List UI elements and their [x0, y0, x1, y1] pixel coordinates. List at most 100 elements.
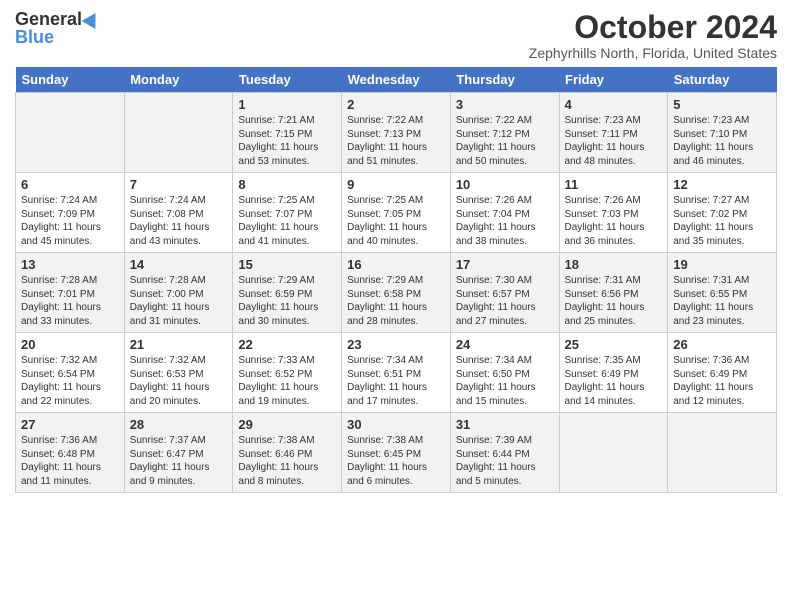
cell-content: Sunrise: 7:24 AMSunset: 7:08 PMDaylight:…	[130, 194, 228, 248]
calendar-cell: 30Sunrise: 7:38 AMSunset: 6:45 PMDayligh…	[342, 413, 451, 493]
calendar-cell: 1Sunrise: 7:21 AMSunset: 7:15 PMDaylight…	[233, 93, 342, 173]
calendar-cell: 24 Sunrise: 7:34 AMSunset: 6:50 PMDayligh…	[450, 333, 559, 413]
col-tuesday: Tuesday	[233, 67, 342, 93]
month-title: October 2024	[529, 10, 777, 45]
calendar-week-row: 20 Sunrise: 7:32 AMSunset: 6:54 PMDayligh…	[16, 333, 777, 413]
cell-content: Sunrise: 7:26 AMSunset: 7:03 PMDaylight:…	[565, 194, 663, 248]
day-number: 2	[347, 97, 445, 112]
day-number: 11	[565, 177, 663, 192]
cell-content: Sunrise: 7:21 AMSunset: 7:15 PMDaylight:…	[238, 114, 336, 168]
cell-content: Sunrise: 7:28 AMSunset: 7:00 PMDaylight:…	[130, 274, 228, 328]
cell-content: Sunrise: 7:28 AMSunset: 7:01 PMDaylight:…	[21, 274, 119, 328]
calendar-cell: 23 Sunrise: 7:34 AMSunset: 6:51 PMDayligh…	[342, 333, 451, 413]
calendar-cell: 20 Sunrise: 7:32 AMSunset: 6:54 PMDayligh…	[16, 333, 125, 413]
calendar-cell: 9Sunrise: 7:25 AMSunset: 7:05 PMDaylight…	[342, 173, 451, 253]
cell-content: Sunrise: 7:25 AMSunset: 7:07 PMDaylight:…	[238, 194, 336, 248]
calendar-cell: 31Sunrise: 7:39 AMSunset: 6:44 PMDayligh…	[450, 413, 559, 493]
calendar-cell	[124, 93, 233, 173]
calendar-cell: 29 Sunrise: 7:38 AMSunset: 6:46 PMDayligh…	[233, 413, 342, 493]
cell-content: Sunrise: 7:23 AMSunset: 7:10 PMDaylight:…	[673, 114, 771, 168]
calendar-week-row: 13 Sunrise: 7:28 AMSunset: 7:01 PMDayligh…	[16, 253, 777, 333]
cell-content: Sunrise: 7:38 AMSunset: 6:46 PMDaylight:…	[238, 434, 336, 488]
cell-content: Sunrise: 7:22 AMSunset: 7:12 PMDaylight:…	[456, 114, 554, 168]
day-number: 27	[21, 417, 119, 432]
col-thursday: Thursday	[450, 67, 559, 93]
cell-content: Sunrise: 7:33 AMSunset: 6:52 PMDaylight:…	[238, 354, 336, 408]
cell-content: Sunrise: 7:34 AMSunset: 6:51 PMDaylight:…	[347, 354, 445, 408]
day-number: 20	[21, 337, 119, 352]
day-number: 28	[130, 417, 228, 432]
title-area: October 2024 Zephyrhills North, Florida,…	[529, 10, 777, 61]
cell-content: Sunrise: 7:23 AMSunset: 7:11 PMDaylight:…	[565, 114, 663, 168]
day-number: 4	[565, 97, 663, 112]
day-number: 25	[565, 337, 663, 352]
calendar-cell	[668, 413, 777, 493]
day-number: 22	[238, 337, 336, 352]
calendar-cell: 12Sunrise: 7:27 AMSunset: 7:02 PMDayligh…	[668, 173, 777, 253]
cell-content: Sunrise: 7:34 AMSunset: 6:50 PMDaylight:…	[456, 354, 554, 408]
day-number: 10	[456, 177, 554, 192]
day-number: 29	[238, 417, 336, 432]
day-number: 26	[673, 337, 771, 352]
day-number: 17	[456, 257, 554, 272]
logo-general-text: General	[15, 10, 82, 28]
day-number: 21	[130, 337, 228, 352]
calendar-cell: 21 Sunrise: 7:32 AMSunset: 6:53 PMDayligh…	[124, 333, 233, 413]
day-number: 6	[21, 177, 119, 192]
calendar-cell	[559, 413, 668, 493]
header: General Blue October 2024 Zephyrhills No…	[15, 10, 777, 61]
cell-content: Sunrise: 7:31 AMSunset: 6:56 PMDaylight:…	[565, 274, 663, 328]
cell-content: Sunrise: 7:30 AMSunset: 6:57 PMDaylight:…	[456, 274, 554, 328]
calendar-table: Sunday Monday Tuesday Wednesday Thursday…	[15, 67, 777, 493]
calendar-cell: 11 Sunrise: 7:26 AMSunset: 7:03 PMDayligh…	[559, 173, 668, 253]
cell-content: Sunrise: 7:36 AMSunset: 6:49 PMDaylight:…	[673, 354, 771, 408]
calendar-cell: 22 Sunrise: 7:33 AMSunset: 6:52 PMDayligh…	[233, 333, 342, 413]
location: Zephyrhills North, Florida, United State…	[529, 45, 777, 61]
day-number: 23	[347, 337, 445, 352]
day-number: 18	[565, 257, 663, 272]
cell-content: Sunrise: 7:31 AMSunset: 6:55 PMDaylight:…	[673, 274, 771, 328]
calendar-cell: 19Sunrise: 7:31 AMSunset: 6:55 PMDayligh…	[668, 253, 777, 333]
day-number: 3	[456, 97, 554, 112]
calendar-cell: 15Sunrise: 7:29 AMSunset: 6:59 PMDayligh…	[233, 253, 342, 333]
cell-content: Sunrise: 7:29 AMSunset: 6:58 PMDaylight:…	[347, 274, 445, 328]
day-number: 14	[130, 257, 228, 272]
cell-content: Sunrise: 7:35 AMSunset: 6:49 PMDaylight:…	[565, 354, 663, 408]
calendar-cell: 8 Sunrise: 7:25 AMSunset: 7:07 PMDaylight…	[233, 173, 342, 253]
calendar-cell	[16, 93, 125, 173]
calendar-cell: 2 Sunrise: 7:22 AMSunset: 7:13 PMDaylight…	[342, 93, 451, 173]
calendar-cell: 10Sunrise: 7:26 AMSunset: 7:04 PMDayligh…	[450, 173, 559, 253]
calendar-cell: 3 Sunrise: 7:22 AMSunset: 7:12 PMDaylight…	[450, 93, 559, 173]
cell-content: Sunrise: 7:32 AMSunset: 6:53 PMDaylight:…	[130, 354, 228, 408]
page: General Blue October 2024 Zephyrhills No…	[0, 0, 792, 612]
header-row: Sunday Monday Tuesday Wednesday Thursday…	[16, 67, 777, 93]
col-wednesday: Wednesday	[342, 67, 451, 93]
calendar-week-row: 27Sunrise: 7:36 AMSunset: 6:48 PMDayligh…	[16, 413, 777, 493]
calendar-cell: 16 Sunrise: 7:29 AMSunset: 6:58 PMDayligh…	[342, 253, 451, 333]
day-number: 13	[21, 257, 119, 272]
day-number: 24	[456, 337, 554, 352]
calendar-cell: 4 Sunrise: 7:23 AMSunset: 7:11 PMDaylight…	[559, 93, 668, 173]
cell-content: Sunrise: 7:37 AMSunset: 6:47 PMDaylight:…	[130, 434, 228, 488]
day-number: 15	[238, 257, 336, 272]
cell-content: Sunrise: 7:32 AMSunset: 6:54 PMDaylight:…	[21, 354, 119, 408]
calendar-cell: 26 Sunrise: 7:36 AMSunset: 6:49 PMDayligh…	[668, 333, 777, 413]
calendar-cell: 18 Sunrise: 7:31 AMSunset: 6:56 PMDayligh…	[559, 253, 668, 333]
calendar-week-row: 6Sunrise: 7:24 AMSunset: 7:09 PMDaylight…	[16, 173, 777, 253]
calendar-cell: 27Sunrise: 7:36 AMSunset: 6:48 PMDayligh…	[16, 413, 125, 493]
col-saturday: Saturday	[668, 67, 777, 93]
calendar-cell: 14 Sunrise: 7:28 AMSunset: 7:00 PMDayligh…	[124, 253, 233, 333]
cell-content: Sunrise: 7:22 AMSunset: 7:13 PMDaylight:…	[347, 114, 445, 168]
day-number: 8	[238, 177, 336, 192]
calendar-cell: 17 Sunrise: 7:30 AMSunset: 6:57 PMDayligh…	[450, 253, 559, 333]
calendar-cell: 7 Sunrise: 7:24 AMSunset: 7:08 PMDaylight…	[124, 173, 233, 253]
calendar-cell: 6Sunrise: 7:24 AMSunset: 7:09 PMDaylight…	[16, 173, 125, 253]
logo-blue-text: Blue	[15, 28, 54, 46]
cell-content: Sunrise: 7:27 AMSunset: 7:02 PMDaylight:…	[673, 194, 771, 248]
calendar-cell: 5Sunrise: 7:23 AMSunset: 7:10 PMDaylight…	[668, 93, 777, 173]
day-number: 7	[130, 177, 228, 192]
cell-content: Sunrise: 7:25 AMSunset: 7:05 PMDaylight:…	[347, 194, 445, 248]
day-number: 16	[347, 257, 445, 272]
day-number: 30	[347, 417, 445, 432]
logo-triangle-icon	[82, 9, 103, 29]
